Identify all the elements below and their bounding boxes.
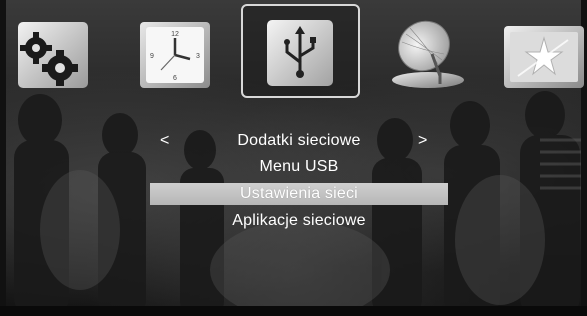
left-frame-border bbox=[0, 0, 6, 316]
svg-text:12: 12 bbox=[171, 31, 179, 38]
tv-menu-screen: 12 3 6 9 < Dodatki sieciowe > Menu USB U… bbox=[0, 0, 587, 316]
svg-text:3: 3 bbox=[196, 53, 200, 60]
media-star-icon bbox=[504, 26, 584, 88]
svg-text:9: 9 bbox=[150, 53, 154, 60]
satellite-dish-icon bbox=[392, 20, 464, 88]
settings-gears-icon bbox=[18, 22, 88, 88]
menu-item-network-settings[interactable]: Ustawienia sieci bbox=[150, 183, 448, 205]
menu-item-network-apps[interactable]: Aplikacje sieciowe bbox=[150, 210, 448, 232]
menu-tile-settings[interactable] bbox=[10, 14, 94, 94]
clock-icon: 12 3 6 9 bbox=[140, 22, 210, 88]
menu-tile-media[interactable] bbox=[498, 14, 587, 94]
menu-item-usb[interactable]: Menu USB bbox=[150, 156, 448, 178]
nav-right-arrow[interactable]: > bbox=[418, 130, 427, 152]
bottom-frame-border bbox=[0, 306, 587, 316]
menu-tile-clock[interactable]: 12 3 6 9 bbox=[128, 14, 220, 94]
menu-tile-usb[interactable] bbox=[241, 4, 360, 98]
submenu-title: Dodatki sieciowe bbox=[237, 132, 361, 149]
svg-text:6: 6 bbox=[173, 75, 177, 82]
menu-tile-satellite[interactable] bbox=[380, 14, 476, 94]
usb-drive-icon bbox=[267, 20, 333, 86]
